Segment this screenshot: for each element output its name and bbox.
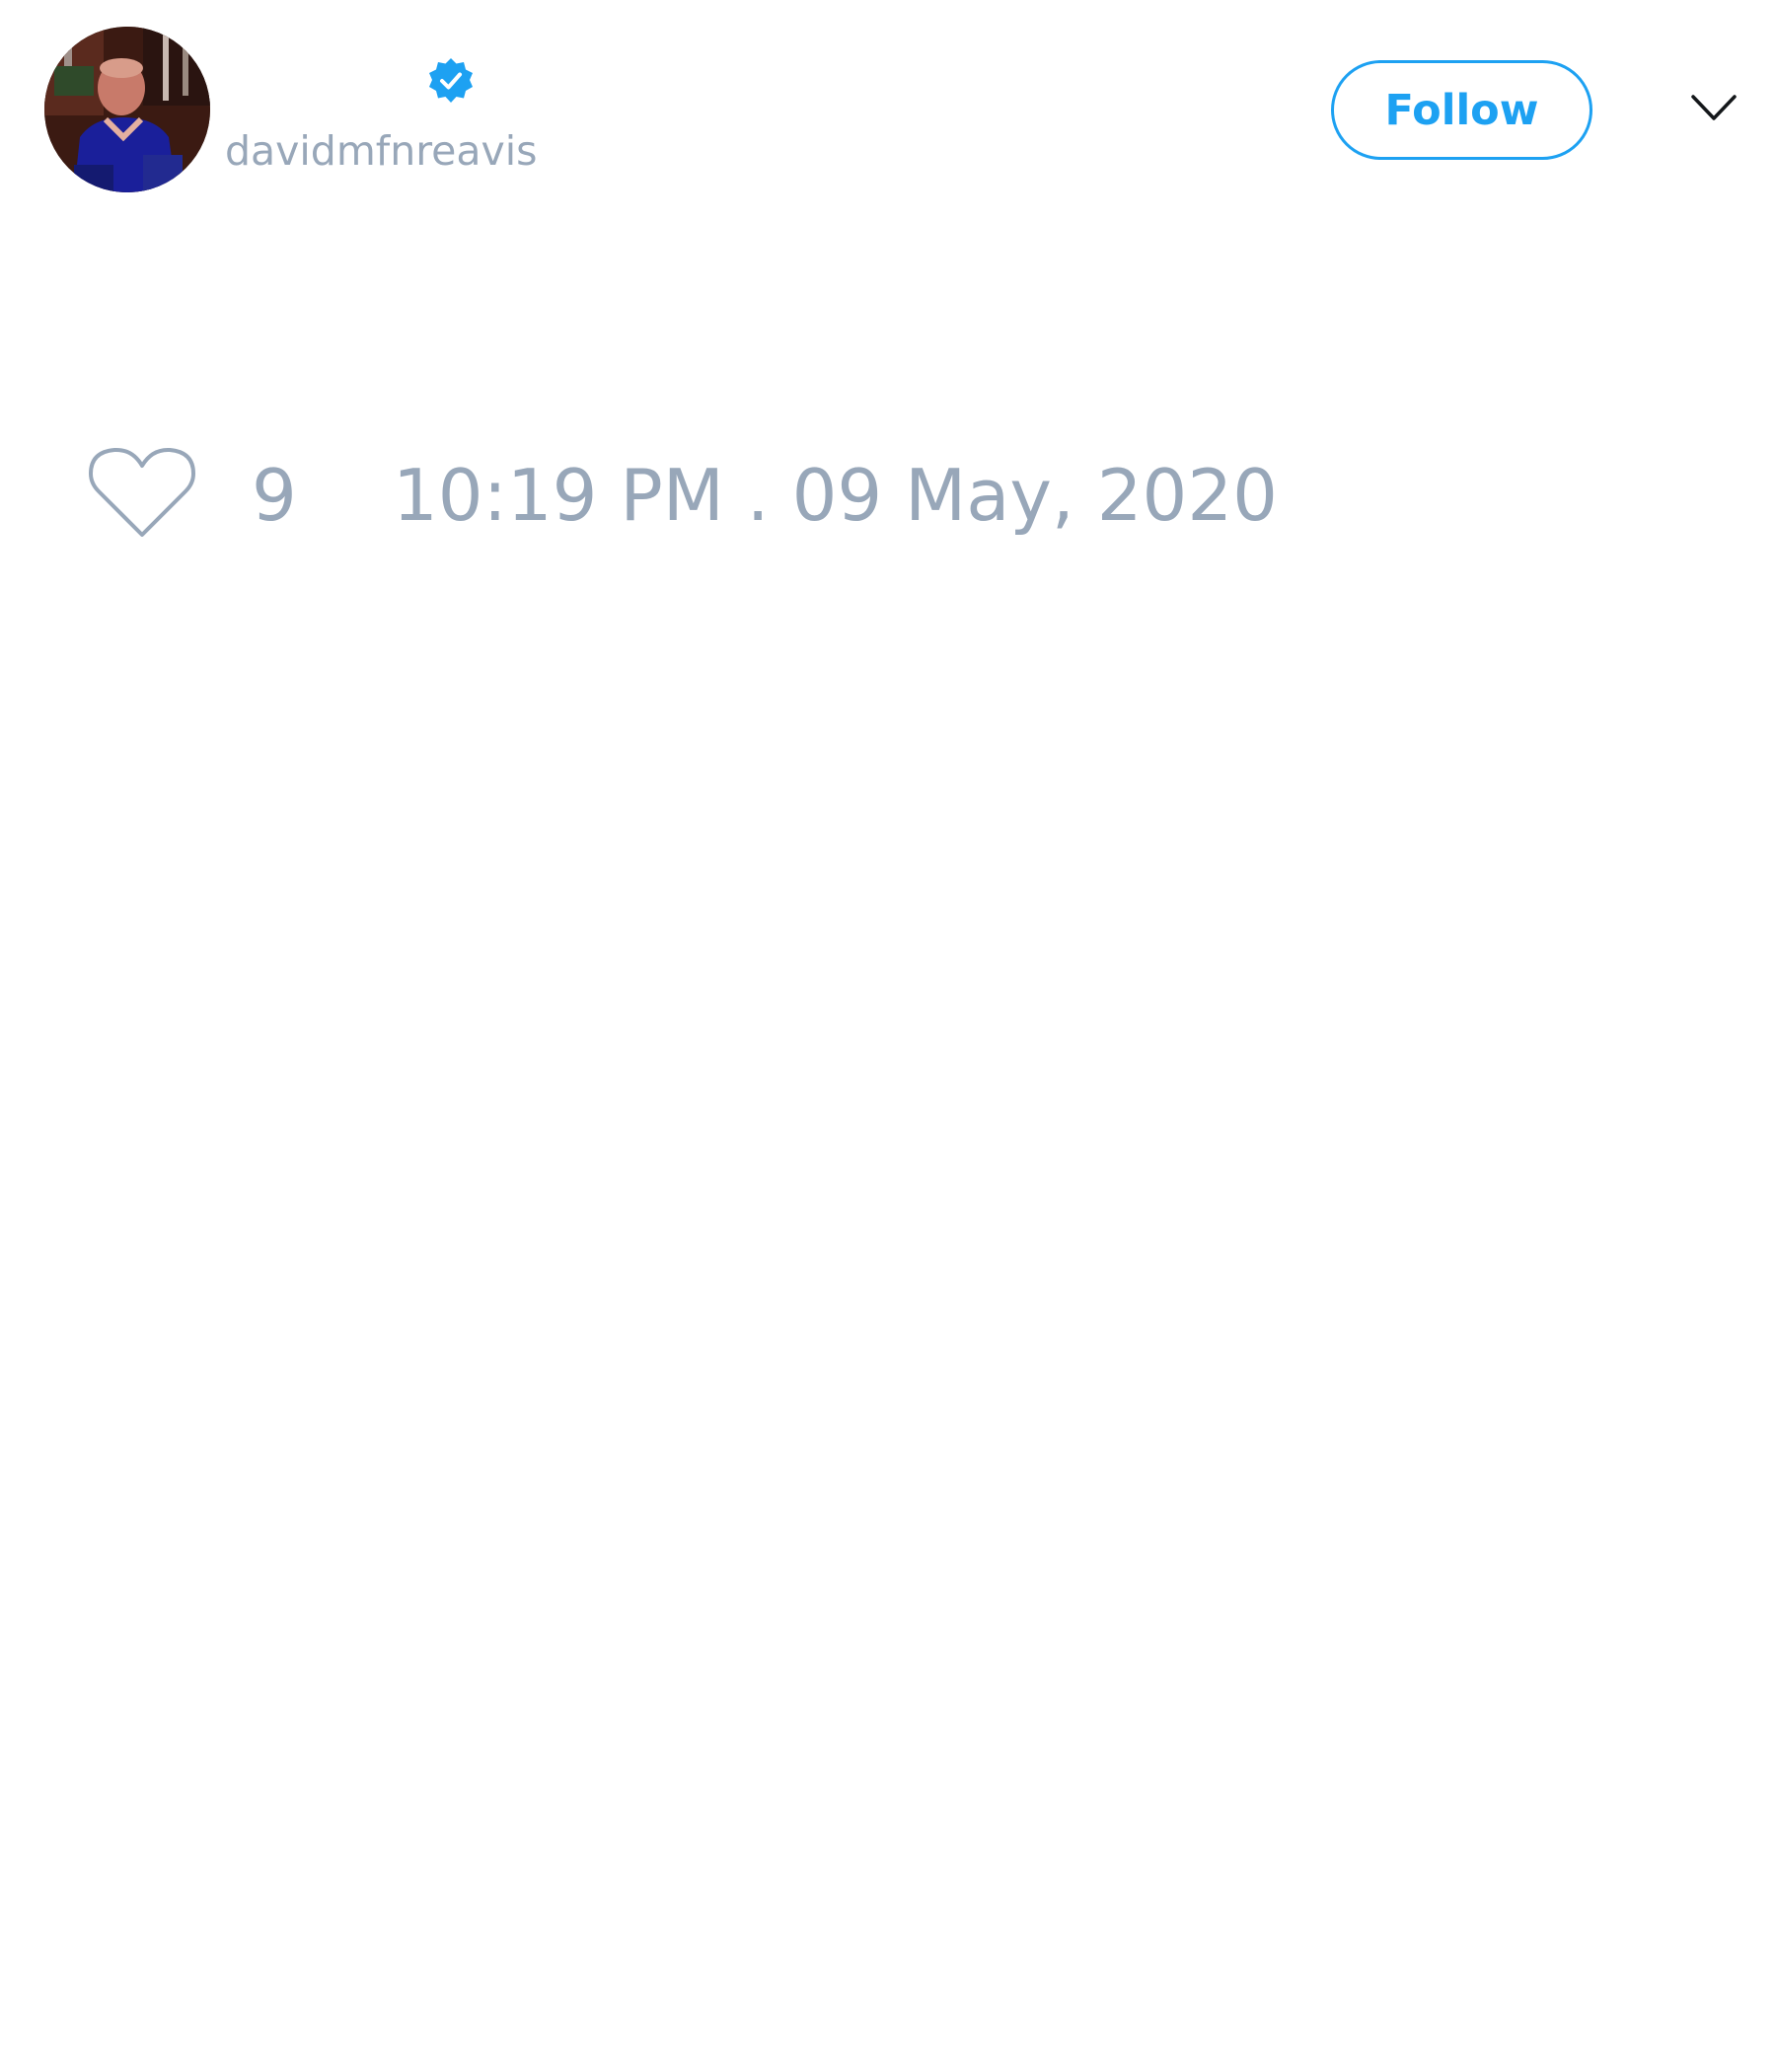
- heart-icon[interactable]: [89, 446, 195, 541]
- follow-button[interactable]: Follow: [1331, 60, 1592, 160]
- like-count: 9: [252, 454, 297, 537]
- tweet-card: davidmfnreavis Follow 9 10:19 PM . 09 Ma…: [0, 0, 1776, 2072]
- verified-badge-icon: [426, 56, 476, 106]
- chevron-down-icon[interactable]: [1689, 89, 1739, 128]
- author-handle[interactable]: davidmfnreavis: [225, 126, 538, 176]
- avatar[interactable]: [44, 27, 210, 192]
- tweet-timestamp[interactable]: 10:19 PM . 09 May, 2020: [393, 452, 1278, 539]
